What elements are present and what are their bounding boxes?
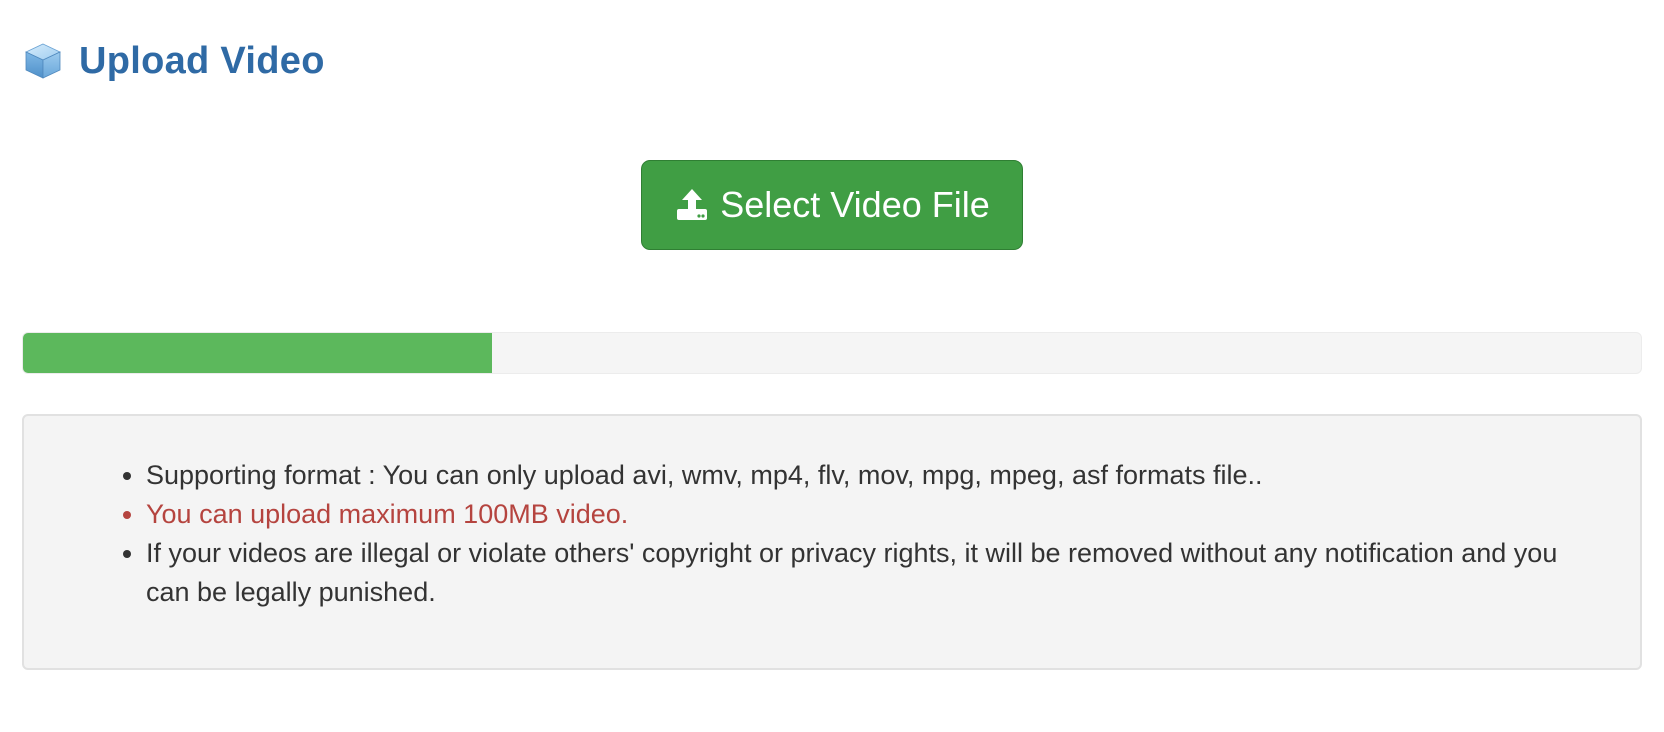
list-item-legal-notice: If your videos are illegal or violate ot… [146, 534, 1600, 612]
page-header: Upload Video [23, 36, 325, 86]
upload-info-box: Supporting format : You can only upload … [22, 414, 1642, 670]
upload-video-page: Upload Video Select Video File Supportin… [0, 0, 1664, 732]
page-title: Upload Video [79, 39, 325, 82]
upload-progress-fill [23, 333, 493, 373]
list-item-max-size: You can upload maximum 100MB video. [146, 495, 1600, 534]
select-video-file-label: Select Video File [720, 184, 990, 225]
upload-rules-list: Supporting format : You can only upload … [24, 416, 1640, 612]
select-video-file-button[interactable]: Select Video File [641, 160, 1023, 250]
upload-progress-bar [22, 332, 1642, 374]
upload-icon [674, 187, 710, 223]
list-item-supported-formats: Supporting format : You can only upload … [146, 456, 1600, 495]
cube-icon [23, 41, 63, 81]
